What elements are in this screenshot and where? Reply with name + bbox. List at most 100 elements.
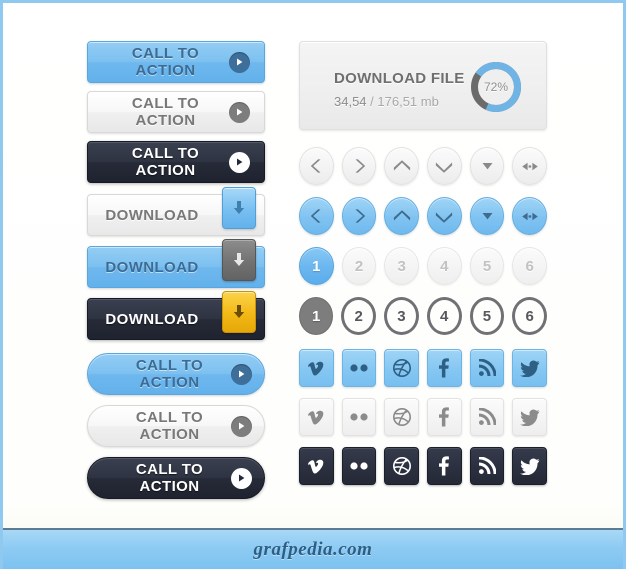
social-button-dribbble[interactable] xyxy=(384,349,420,387)
social-row-dark xyxy=(299,447,548,485)
pagination-item[interactable]: 3 xyxy=(384,297,419,335)
arrow-circle-row-blue xyxy=(299,197,548,235)
play-icon xyxy=(229,51,250,73)
cta-button-light[interactable]: CALL TO ACTION xyxy=(87,91,265,133)
cta-pill-label: CALL TO ACTION xyxy=(135,409,204,443)
expand-horizontal-button[interactable] xyxy=(512,197,548,235)
social-button-rss[interactable] xyxy=(469,447,505,485)
social-button-vimeo[interactable] xyxy=(299,349,334,387)
chevron-right-button[interactable] xyxy=(341,197,377,235)
play-icon xyxy=(229,151,250,173)
footer-bar: grafpedia.com xyxy=(3,528,623,569)
twitter-icon xyxy=(519,458,540,475)
pagination-item[interactable]: 3 xyxy=(384,247,420,285)
facebook-icon xyxy=(438,358,450,378)
progress-ring: 72% xyxy=(469,60,523,114)
rss-icon xyxy=(478,457,497,475)
pagination-item-active[interactable]: 1 xyxy=(299,247,334,285)
chevron-right-icon xyxy=(353,158,366,174)
chevron-down-button[interactable] xyxy=(427,197,462,235)
arrow-circle-row-light xyxy=(299,147,548,185)
triangle-down-icon xyxy=(482,212,493,220)
chevron-up-icon xyxy=(393,159,411,173)
twitter-icon xyxy=(519,360,540,377)
download-arrow-icon[interactable] xyxy=(222,239,256,281)
pagination-item[interactable]: 5 xyxy=(469,247,505,285)
social-button-facebook[interactable] xyxy=(427,349,462,387)
cta-button-blue[interactable]: CALL TO ACTION xyxy=(87,41,265,83)
chevron-left-button[interactable] xyxy=(299,197,334,235)
social-button-flickr[interactable] xyxy=(341,349,377,387)
download-arrow-icon[interactable] xyxy=(222,291,256,333)
chevron-up-button[interactable] xyxy=(384,197,420,235)
social-button-rss[interactable] xyxy=(469,349,505,387)
facebook-icon xyxy=(438,456,450,476)
chevron-right-button[interactable] xyxy=(341,147,377,185)
expand-horizontal-icon xyxy=(521,212,539,221)
pagination-item[interactable]: 4 xyxy=(426,297,462,335)
chevron-down-button[interactable] xyxy=(427,147,462,185)
download-button-light[interactable]: DOWNLOAD xyxy=(87,187,265,236)
social-button-rss[interactable] xyxy=(469,398,505,436)
cta-button-label: CALL TO ACTION xyxy=(131,95,200,129)
expand-horizontal-icon xyxy=(521,162,539,171)
social-button-vimeo[interactable] xyxy=(299,398,334,436)
footer-brand: grafpedia.com xyxy=(253,538,373,560)
triangle-down-button[interactable] xyxy=(469,147,505,185)
download-file-panel: DOWNLOAD FILE 34,54 / 176,51 mb 72% xyxy=(299,41,547,130)
ui-kit-page: CALL TO ACTION CALL TO ACTION CALL TO AC… xyxy=(0,0,626,569)
download-button-dark[interactable]: DOWNLOAD xyxy=(87,291,265,340)
social-button-flickr[interactable] xyxy=(341,447,377,485)
cta-pill-label: CALL TO ACTION xyxy=(135,357,204,391)
chevron-down-icon xyxy=(435,160,453,173)
download-button-label: DOWNLOAD xyxy=(105,258,199,276)
download-button-label: DOWNLOAD xyxy=(105,310,199,328)
chevron-up-icon xyxy=(393,209,411,223)
download-arrow-icon[interactable] xyxy=(222,187,256,229)
flickr-icon xyxy=(348,412,370,422)
rss-icon xyxy=(478,359,497,377)
vimeo-icon xyxy=(306,456,326,476)
pagination-item-active[interactable]: 1 xyxy=(299,297,334,335)
social-row-light xyxy=(299,398,548,436)
chevron-left-icon xyxy=(310,208,323,224)
downloaded-size: 34,54 xyxy=(334,94,367,109)
triangle-down-icon xyxy=(482,162,493,170)
social-button-twitter[interactable] xyxy=(512,349,548,387)
social-button-flickr[interactable] xyxy=(341,398,377,436)
social-button-dribbble[interactable] xyxy=(384,447,420,485)
play-icon xyxy=(231,415,252,437)
triangle-down-button[interactable] xyxy=(469,197,505,235)
chevron-left-button[interactable] xyxy=(299,147,334,185)
pagination-item[interactable]: 2 xyxy=(341,297,377,335)
progress-percent-label: 72% xyxy=(483,80,509,94)
social-row-blue xyxy=(299,349,548,387)
pagination-item[interactable]: 2 xyxy=(341,247,377,285)
expand-horizontal-button[interactable] xyxy=(512,147,548,185)
download-button-blue[interactable]: DOWNLOAD xyxy=(87,239,265,288)
cta-pill-blue[interactable]: CALL TO ACTION xyxy=(87,353,265,395)
cta-button-label: CALL TO ACTION xyxy=(131,145,200,179)
pagination-item[interactable]: 6 xyxy=(512,247,548,285)
pagination-item[interactable]: 5 xyxy=(469,297,505,335)
play-icon xyxy=(231,467,252,489)
cta-pill-light[interactable]: CALL TO ACTION xyxy=(87,405,265,447)
total-size: 176,51 mb xyxy=(377,94,439,109)
cta-pill-label: CALL TO ACTION xyxy=(135,461,204,495)
social-button-twitter[interactable] xyxy=(512,447,548,485)
cta-button-dark[interactable]: CALL TO ACTION xyxy=(87,141,265,183)
social-button-facebook[interactable] xyxy=(427,398,462,436)
chevron-up-button[interactable] xyxy=(384,147,420,185)
cta-pill-dark[interactable]: CALL TO ACTION xyxy=(87,457,265,499)
social-button-twitter[interactable] xyxy=(512,398,548,436)
pagination-item[interactable]: 6 xyxy=(512,297,547,335)
size-separator: / xyxy=(366,94,378,109)
pagination-item[interactable]: 4 xyxy=(427,247,462,285)
flickr-icon xyxy=(348,363,370,373)
chevron-down-icon xyxy=(435,210,453,223)
social-button-vimeo[interactable] xyxy=(299,447,334,485)
play-icon xyxy=(231,363,252,385)
social-button-dribbble[interactable] xyxy=(384,398,420,436)
social-button-facebook[interactable] xyxy=(427,447,462,485)
buttons-column: CALL TO ACTION CALL TO ACTION CALL TO AC… xyxy=(87,41,265,509)
